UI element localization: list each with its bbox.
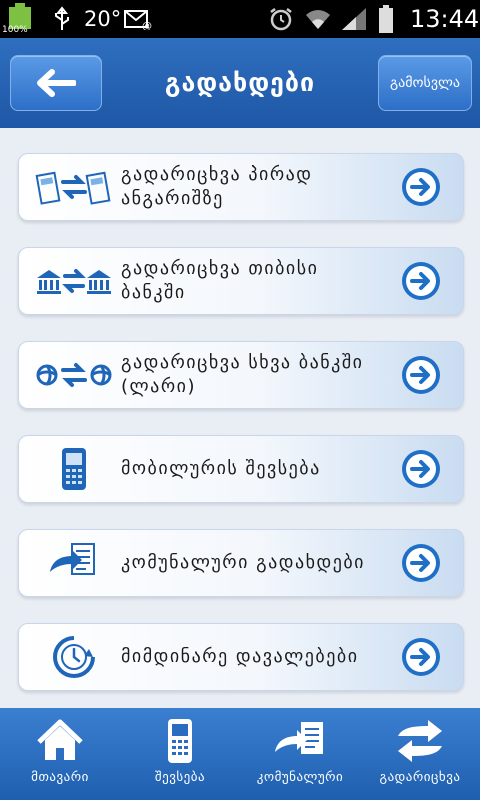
signal-icon xyxy=(340,0,368,38)
menu-item-label: გადარიცხვა პირად ანგარიშზე xyxy=(121,154,391,220)
label-line-1: გადარიცხვა თიბისი xyxy=(121,258,319,279)
clock: 13:44 xyxy=(410,5,480,33)
svg-text:@: @ xyxy=(142,21,152,30)
utility-bill-icon xyxy=(240,716,360,766)
arrow-right-circle-icon xyxy=(402,356,440,394)
nav-transfers[interactable]: გადარიცხვა xyxy=(360,708,480,800)
label-line-1: გადარიცხვა სხვა ბანკში xyxy=(121,352,364,373)
mobile-phone-icon xyxy=(29,436,119,502)
label-line-2: (ლარი) xyxy=(121,376,196,397)
arrow-right-circle-icon xyxy=(402,262,440,300)
menu-item-other-bank-transfer[interactable]: გადარიცხვა სხვა ბანკში (ლარი) xyxy=(18,341,464,409)
card-transfer-icon xyxy=(29,154,119,220)
back-button[interactable] xyxy=(10,55,102,111)
mail-icon: @ xyxy=(124,0,152,38)
label-line-2: ბანკში xyxy=(121,282,186,303)
bottom-navigation: მთავარი შევსება კომუნალური გადარიცხვა xyxy=(0,708,480,800)
wifi-icon xyxy=(304,0,332,38)
transfer-arrows-icon xyxy=(360,716,480,766)
temperature: 20° xyxy=(84,7,122,31)
nav-home[interactable]: მთავარი xyxy=(0,708,120,800)
label-line-1: მობილურის შევსება xyxy=(121,458,321,479)
mobile-phone-icon xyxy=(120,716,240,766)
payments-menu: გადარიცხვა პირად ანგარიშზე გადარიცხვა თიბ… xyxy=(0,128,480,708)
arrow-right-circle-icon xyxy=(402,168,440,206)
label-line-2: ანგარიშზე xyxy=(121,188,224,209)
logout-button[interactable]: გამოსვლა xyxy=(378,55,472,111)
clock-refresh-icon xyxy=(29,624,119,690)
arrow-right-circle-icon xyxy=(402,638,440,676)
menu-item-label: მიმდინარე დავალებები xyxy=(121,624,391,690)
alarm-icon xyxy=(268,0,294,38)
nav-topup[interactable]: შევსება xyxy=(120,708,240,800)
utility-bill-icon xyxy=(29,530,119,596)
nav-label: შევსება xyxy=(154,770,206,785)
arrow-right-circle-icon xyxy=(402,544,440,582)
menu-item-own-account-transfer[interactable]: გადარიცხვა პირად ანგარიშზე xyxy=(18,153,464,221)
menu-item-mobile-topup[interactable]: მობილურის შევსება xyxy=(18,435,464,503)
menu-item-tbc-transfer[interactable]: გადარიცხვა თიბისი ბანკში xyxy=(18,247,464,315)
usb-icon xyxy=(52,0,72,38)
menu-item-label: გადარიცხვა თიბისი ბანკში xyxy=(121,248,391,314)
home-icon xyxy=(0,716,120,766)
label-line-1: გადარიცხვა პირად xyxy=(121,164,313,185)
nav-utilities[interactable]: კომუნალური xyxy=(240,708,360,800)
app-header: გადახდები გამოსვლა xyxy=(0,38,480,128)
nav-label: მთავარი xyxy=(31,770,89,785)
nav-label: გადარიცხვა xyxy=(379,770,461,785)
menu-item-scheduled-tasks[interactable]: მიმდინარე დავალებები xyxy=(18,623,464,691)
menu-item-label: გადარიცხვა სხვა ბანკში (ლარი) xyxy=(121,342,391,408)
menu-item-label: კომუნალური გადახდები xyxy=(121,530,391,596)
arrow-right-circle-icon xyxy=(402,450,440,488)
bank-transfer-icon xyxy=(29,248,119,314)
battery-level-icon xyxy=(378,0,394,38)
label-line-1: მიმდინარე დავალებები xyxy=(121,646,359,667)
back-arrow-icon xyxy=(37,69,76,97)
battery-percent: 100% xyxy=(2,25,28,35)
menu-item-label: მობილურის შევსება xyxy=(121,436,391,502)
page-title: გადახდები xyxy=(164,68,316,97)
other-bank-transfer-icon xyxy=(29,342,119,408)
status-bar: 100% 20° @ 13:44 xyxy=(0,0,480,38)
label-line-1: კომუნალური გადახდები xyxy=(121,552,365,573)
nav-label: კომუნალური xyxy=(256,770,344,785)
menu-item-utility-payments[interactable]: კომუნალური გადახდები xyxy=(18,529,464,597)
